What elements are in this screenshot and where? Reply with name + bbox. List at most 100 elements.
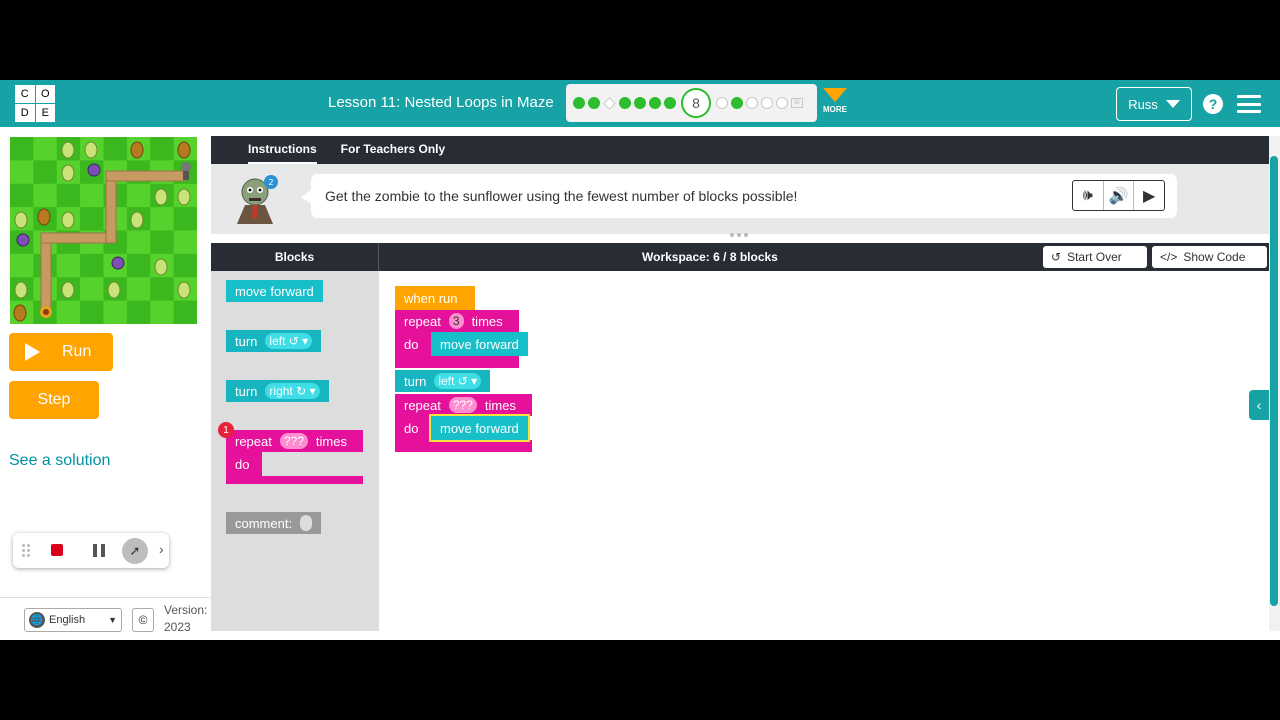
- language-select[interactable]: 🌐 English ▼: [24, 608, 122, 632]
- repeat-count-field[interactable]: ???: [448, 397, 477, 413]
- move-forward-block-selected[interactable]: move forward: [429, 414, 530, 442]
- current-level-bubble[interactable]: 8: [681, 88, 711, 118]
- show-code-button[interactable]: </> Show Code: [1152, 246, 1267, 268]
- show-code-label: Show Code: [1183, 250, 1246, 264]
- lesson-title[interactable]: Lesson 11: Nested Loops in Maze: [328, 94, 554, 111]
- direction-dropdown[interactable]: right ↻ ▾: [265, 383, 320, 399]
- logo-letter: O: [35, 85, 55, 103]
- start-over-button[interactable]: ↺ Start Over: [1043, 246, 1147, 268]
- sunflower-goal-icon: [40, 306, 52, 318]
- pause-icon[interactable]: [93, 544, 105, 557]
- repeat-count-field[interactable]: 3: [448, 313, 464, 329]
- more-levels-button[interactable]: MORE: [822, 88, 848, 114]
- triangle-down-icon: [823, 88, 847, 102]
- run-button[interactable]: Run: [9, 333, 113, 371]
- level-dot-completed[interactable]: [619, 97, 631, 109]
- direction-dropdown[interactable]: left ↺ ▾: [434, 373, 482, 389]
- level-dot-completed[interactable]: [731, 97, 743, 109]
- block-label: when run: [404, 290, 458, 306]
- level-dot-completed[interactable]: [649, 97, 661, 109]
- tab-instructions[interactable]: Instructions: [248, 136, 317, 164]
- toolbox-turn-left-block[interactable]: turn left ↺ ▾: [226, 330, 322, 352]
- warning-badge: 1: [218, 422, 234, 438]
- level-dot-completed[interactable]: [664, 97, 676, 109]
- block-label: do: [404, 336, 419, 352]
- run-label: Run: [62, 343, 92, 360]
- resize-handle[interactable]: [730, 233, 748, 237]
- version-year: 2023: [164, 620, 191, 634]
- recording-toolbar: ➚ ›: [13, 533, 169, 568]
- comment-field[interactable]: [300, 515, 313, 531]
- level-progress-bar: 8 ⊠: [566, 84, 817, 122]
- version-info: Version: 2023: [164, 602, 207, 636]
- maze-visualization: [10, 137, 197, 324]
- block-label: turn: [404, 373, 427, 389]
- help-button[interactable]: ?: [1203, 94, 1223, 114]
- caret-down-icon: [1165, 100, 1180, 108]
- hamburger-menu-icon[interactable]: [1237, 95, 1261, 113]
- level-dot-empty[interactable]: [776, 97, 788, 109]
- more-label: MORE: [823, 105, 847, 114]
- dropdown-value: left ↺: [438, 374, 468, 388]
- language-value: English: [49, 614, 86, 626]
- dropdown-value: left ↺: [269, 334, 299, 348]
- vertical-scrollbar[interactable]: [1269, 136, 1280, 631]
- play-audio-icon[interactable]: ▶: [1133, 181, 1164, 210]
- undo-icon: ↺: [1051, 250, 1062, 264]
- block-label: times: [315, 433, 347, 449]
- step-button[interactable]: Step: [9, 381, 99, 419]
- drag-handle-icon[interactable]: [22, 544, 30, 557]
- turn-left-block[interactable]: turn left ↺ ▾: [395, 370, 491, 392]
- user-menu-button[interactable]: Russ: [1116, 87, 1192, 121]
- instructions-tab-bar: Instructions For Teachers Only: [211, 136, 1269, 164]
- chevron-right-icon[interactable]: ›: [159, 541, 164, 557]
- cursor-pointer-icon[interactable]: ➚: [122, 538, 148, 564]
- play-icon: [25, 343, 40, 361]
- level-dot-completed[interactable]: [573, 97, 585, 109]
- zombie-avatar-icon: 2: [237, 175, 278, 224]
- chevron-left-icon[interactable]: ‹: [1249, 390, 1269, 420]
- workspace-block-count: Workspace: 6 / 8 blocks: [642, 250, 778, 264]
- chevron-down-icon: ▼: [108, 615, 117, 625]
- toolbox-move-forward-block[interactable]: move forward: [226, 280, 323, 302]
- block-label: turn: [235, 333, 258, 349]
- tab-for-teachers-only[interactable]: For Teachers Only: [341, 136, 445, 164]
- copyright-button[interactable]: ©: [132, 608, 154, 632]
- stop-recording-icon[interactable]: [51, 544, 63, 556]
- block-label: move forward: [440, 336, 519, 352]
- audio-settings-icon[interactable]: 🕪: [1073, 181, 1103, 210]
- level-dot-completed[interactable]: [634, 97, 646, 109]
- block-label: repeat: [404, 313, 441, 329]
- level-unplugged-icon[interactable]: ⊠: [791, 98, 803, 108]
- toolbox-turn-right-block[interactable]: turn right ↻ ▾: [226, 380, 329, 402]
- speaker-icon[interactable]: 🔊: [1102, 181, 1134, 210]
- level-dot-empty[interactable]: [761, 97, 773, 109]
- block-label: repeat: [404, 397, 441, 413]
- instruction-bubble: Get the zombie to the sunflower using th…: [301, 174, 1177, 218]
- dropdown-value: right ↻: [269, 384, 307, 398]
- level-dot-empty[interactable]: [746, 97, 758, 109]
- block-toolbox: move forward turn left ↺ ▾ turn right ↻ …: [211, 271, 379, 631]
- block-label: times: [484, 397, 516, 413]
- instruction-text: Get the zombie to the sunflower using th…: [325, 188, 798, 204]
- toolbox-comment-block[interactable]: comment:: [226, 512, 322, 534]
- see-solution-link[interactable]: See a solution: [9, 452, 110, 470]
- direction-dropdown[interactable]: left ↺ ▾: [265, 333, 313, 349]
- when-run-block[interactable]: when run: [395, 286, 475, 310]
- hint-badge-count: 2: [268, 178, 273, 187]
- grass-grid: [10, 137, 197, 324]
- block-label: move forward: [440, 420, 519, 436]
- block-label: turn: [235, 383, 258, 399]
- code-logo[interactable]: C O D E: [15, 85, 55, 122]
- block-label: move forward: [235, 283, 314, 299]
- level-diamond-icon[interactable]: [603, 96, 616, 110]
- level-dot-empty[interactable]: [716, 97, 728, 109]
- toolbox-repeat-block[interactable]: repeat ??? times do: [226, 430, 363, 484]
- move-forward-block[interactable]: move forward: [431, 332, 528, 356]
- logo-letter: C: [15, 85, 35, 103]
- block-label: times: [471, 313, 503, 329]
- repeat-count-field[interactable]: ???: [279, 433, 308, 449]
- blockly-workspace[interactable]: when run repeat 3 times do move forward …: [380, 271, 1269, 631]
- level-dot-completed[interactable]: [588, 97, 600, 109]
- globe-icon: 🌐: [29, 612, 45, 628]
